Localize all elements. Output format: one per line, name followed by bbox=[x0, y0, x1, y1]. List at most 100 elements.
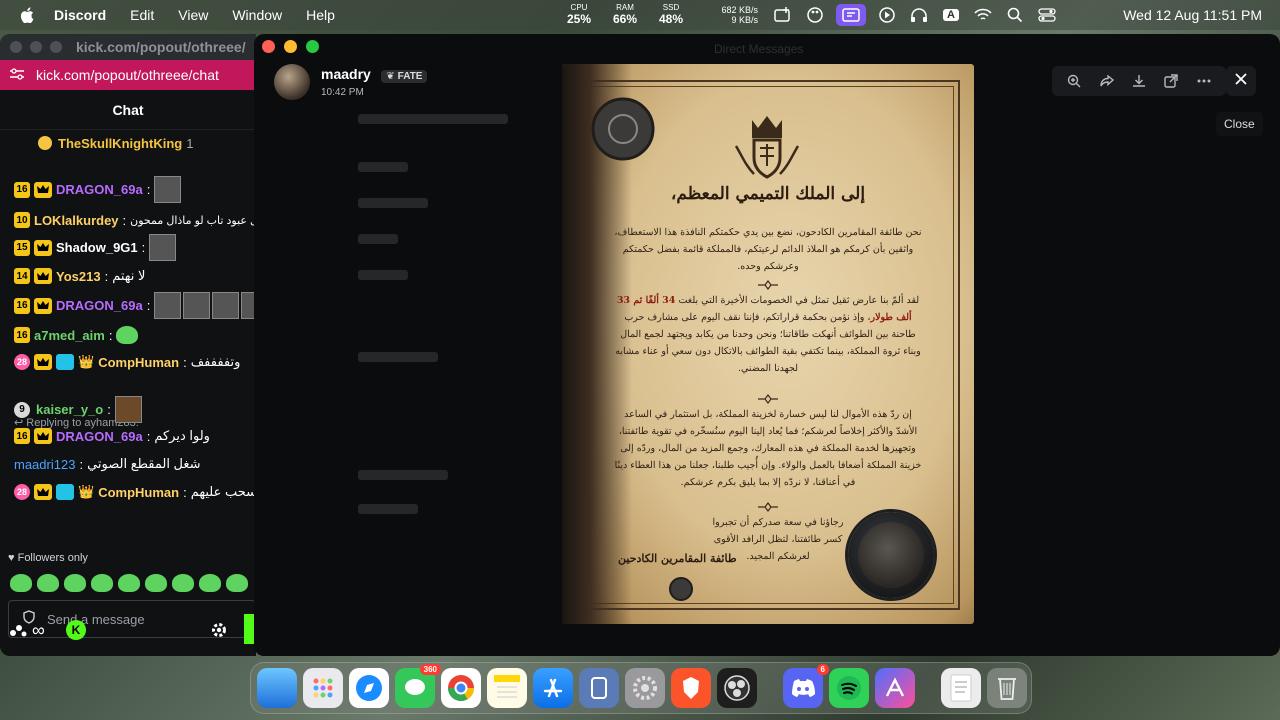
discord-icon[interactable]: 6 bbox=[783, 664, 829, 708]
wifi-tray-icon[interactable] bbox=[972, 4, 994, 26]
chat-message[interactable]: 14 Yos213: لا نهتم bbox=[14, 268, 145, 284]
crown-badge-icon bbox=[34, 484, 52, 500]
window-close-dot[interactable] bbox=[10, 41, 22, 53]
address-url[interactable]: kick.com/popout/othreee/chat bbox=[36, 67, 219, 83]
documents-folder-icon[interactable] bbox=[941, 668, 981, 708]
window-zoom-dot[interactable] bbox=[306, 40, 319, 53]
menu-view[interactable]: View bbox=[178, 7, 208, 23]
search-tray-icon[interactable] bbox=[1004, 4, 1026, 26]
quick-emote[interactable] bbox=[226, 574, 248, 592]
chat-message[interactable]: 16 DRAGON_69a: bbox=[14, 176, 183, 203]
chat-message[interactable]: 10 LOKlalkurdey: هل عبود تاب لو ماذال مم… bbox=[14, 212, 256, 228]
quick-emote[interactable] bbox=[145, 574, 167, 592]
settings-gear-icon[interactable] bbox=[210, 621, 228, 644]
obs-icon[interactable] bbox=[717, 668, 757, 708]
menu-app-name[interactable]: Discord bbox=[54, 7, 106, 23]
chat-username[interactable]: DRAGON_69a bbox=[56, 182, 143, 197]
guild-tag: ❦ FATE bbox=[381, 70, 428, 83]
quick-emote[interactable] bbox=[199, 574, 221, 592]
pinned-gifter[interactable]: TheSkullKnightKing 1 bbox=[0, 130, 256, 156]
system-settings-icon[interactable] bbox=[625, 668, 665, 708]
chat-username[interactable]: Shadow_9G1 bbox=[56, 240, 138, 255]
play-tray-icon[interactable] bbox=[876, 4, 898, 26]
menu-window[interactable]: Window bbox=[232, 7, 282, 23]
chat-message[interactable]: maadri123: شغل المقطع الصوتي bbox=[14, 456, 201, 472]
quick-emote[interactable] bbox=[10, 574, 32, 592]
ssd-stat: SSD 48% bbox=[658, 3, 684, 26]
chat-username[interactable]: DRAGON_69a bbox=[56, 298, 143, 313]
cpu-stat: CPU 25% bbox=[566, 3, 592, 26]
utility-app-icon[interactable] bbox=[579, 668, 619, 708]
screenshot-tray-icon[interactable] bbox=[772, 4, 794, 26]
emote-picker-row[interactable] bbox=[10, 574, 253, 592]
subscriber-badge: 16 bbox=[14, 327, 30, 343]
download-icon[interactable] bbox=[1131, 73, 1147, 89]
avatar[interactable] bbox=[274, 64, 310, 100]
dock: 360 6 bbox=[250, 662, 1032, 714]
menu-edit[interactable]: Edit bbox=[130, 7, 154, 23]
site-settings-icon[interactable] bbox=[10, 67, 24, 83]
launchpad-icon[interactable] bbox=[303, 668, 343, 708]
creative-app-icon[interactable] bbox=[875, 668, 915, 708]
system-stats[interactable]: CPU 25% RAM 66% SSD 48% bbox=[556, 3, 694, 26]
chat-username[interactable]: maadri123 bbox=[14, 457, 75, 472]
chat-message[interactable]: 28 👑 CompHuman: وتففففف bbox=[14, 354, 240, 370]
safari-icon[interactable] bbox=[349, 668, 389, 708]
headphones-tray-icon[interactable] bbox=[908, 4, 930, 26]
points-icon[interactable] bbox=[10, 624, 28, 643]
notes-icon[interactable] bbox=[487, 668, 527, 708]
chat-username[interactable]: LOKlalkurdey bbox=[34, 213, 119, 228]
chat-username[interactable]: a7med_aim bbox=[34, 328, 105, 343]
address-bar[interactable]: kick.com/popout/othreee/chat bbox=[0, 60, 256, 90]
emote-image bbox=[116, 326, 139, 344]
letter-paragraph-2: لقد ألمّ بنا عارض ثقيل تمثل في الخصومات … bbox=[615, 295, 921, 374]
keyboard-input-tray-icon[interactable]: A bbox=[940, 4, 962, 26]
chat-username[interactable]: DRAGON_69a bbox=[56, 429, 143, 444]
chat-message[interactable]: 15 Shadow_9G1: bbox=[14, 234, 178, 261]
window-close-dot[interactable] bbox=[262, 40, 275, 53]
menu-help[interactable]: Help bbox=[306, 7, 335, 23]
trash-icon[interactable] bbox=[987, 668, 1027, 708]
tier-badge-icon bbox=[56, 354, 74, 370]
media-author[interactable]: maadry ❦ FATE 10:42 PM bbox=[274, 64, 428, 100]
ornament-divider-icon bbox=[758, 280, 778, 290]
finder-icon[interactable] bbox=[257, 668, 297, 708]
control-center-tray-icon[interactable] bbox=[1036, 4, 1058, 26]
kick-titlebar[interactable]: kick.com/popout/othreee/ bbox=[0, 34, 256, 60]
chat-message[interactable]: 16 DRAGON_69a: ولوا ديركم bbox=[14, 428, 210, 444]
window-zoom-dot[interactable] bbox=[50, 41, 62, 53]
brave-browser-icon[interactable] bbox=[671, 668, 711, 708]
chat-message[interactable]: 9 kaiser_y_o: bbox=[14, 396, 144, 423]
window-minimize-dot[interactable] bbox=[30, 41, 42, 53]
quick-emote[interactable] bbox=[37, 574, 59, 592]
chat-username[interactable]: Yos213 bbox=[56, 269, 101, 284]
menu-clock[interactable]: Wed 12 Aug 11:51 PM bbox=[1123, 7, 1262, 23]
chat-username[interactable]: kaiser_y_o bbox=[36, 402, 103, 417]
app-store-icon[interactable] bbox=[533, 668, 573, 708]
chat-message[interactable]: 28 👑 CompHuman: اسحب عليهم bbox=[14, 484, 256, 500]
apple-menu-icon[interactable] bbox=[20, 7, 36, 23]
quick-emote[interactable] bbox=[91, 574, 113, 592]
zoom-in-icon[interactable] bbox=[1066, 73, 1082, 89]
author-name[interactable]: maadry bbox=[321, 66, 371, 82]
chrome-icon[interactable] bbox=[441, 668, 481, 708]
forward-icon[interactable] bbox=[1099, 73, 1115, 89]
quick-emote[interactable] bbox=[64, 574, 86, 592]
messages-icon[interactable]: 360 bbox=[395, 664, 441, 708]
window-minimize-dot[interactable] bbox=[284, 40, 297, 53]
quick-emote[interactable] bbox=[172, 574, 194, 592]
chat-username[interactable]: CompHuman bbox=[98, 485, 179, 500]
palette-tray-icon[interactable] bbox=[804, 4, 826, 26]
spotify-icon[interactable] bbox=[829, 668, 869, 708]
quick-emote[interactable] bbox=[118, 574, 140, 592]
chat-message[interactable]: 16 DRAGON_69a: bbox=[14, 292, 256, 319]
screen-mirror-tray-icon[interactable] bbox=[836, 4, 866, 26]
chat-message[interactable]: 16 a7med_aim: bbox=[14, 326, 143, 344]
more-options-icon[interactable] bbox=[1196, 73, 1212, 89]
open-external-icon[interactable] bbox=[1163, 73, 1179, 89]
close-viewer-button[interactable] bbox=[1226, 66, 1256, 96]
letter-image[interactable]: إلى الملك التميمي المعظم، نحن طائفة المق… bbox=[562, 64, 974, 624]
ram-stat: RAM 66% bbox=[612, 3, 638, 26]
chat-username[interactable]: CompHuman bbox=[98, 355, 179, 370]
kick-logo-icon[interactable]: K bbox=[66, 620, 86, 640]
